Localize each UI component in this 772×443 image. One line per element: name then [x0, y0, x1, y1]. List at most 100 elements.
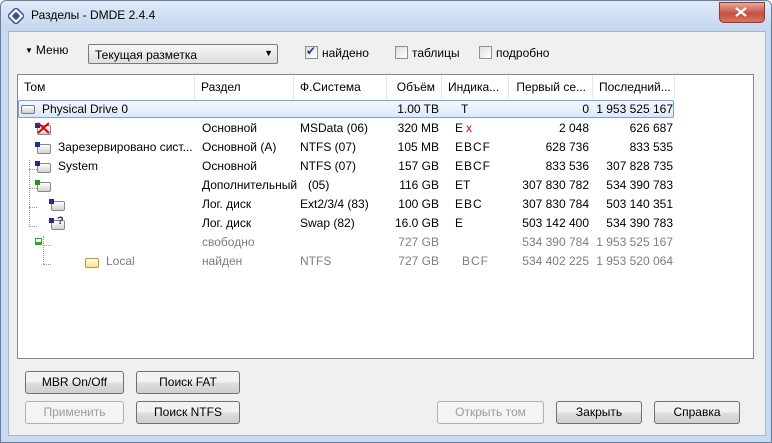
- title-bar[interactable]: Разделы - DMDE 2.4.4: [1, 1, 771, 31]
- column-header-size[interactable]: Объём: [387, 75, 442, 99]
- menu-label: Меню: [35, 43, 69, 57]
- menu-button[interactable]: ▼ Меню: [25, 42, 68, 58]
- cell-first-sector: 307 830 784: [522, 197, 589, 211]
- cell-indicators: ET: [455, 178, 471, 192]
- cell-indicators: EBC: [455, 197, 483, 211]
- table-row[interactable]: System Основной NTFS (07) 157 GB EBCF 83…: [18, 157, 753, 176]
- table-row[interactable]: Physical Drive 0 1.00 TB T 0 1 953 525 1…: [18, 100, 753, 119]
- view-select[interactable]: Текущая разметка ▼: [88, 44, 278, 64]
- cell-last-sector: 1 953 525 167: [596, 235, 673, 249]
- window-close-button[interactable]: [719, 2, 765, 23]
- cell-volume: Зарезервировано сист...: [58, 140, 193, 154]
- cell-section: Лог. диск: [202, 197, 252, 211]
- open-volume-button[interactable]: Открыть том: [437, 401, 544, 424]
- free-space-icon-fill: [36, 242, 41, 244]
- cell-size: 16.0 GB: [394, 216, 439, 230]
- cell-last-sector: 534 390 783: [606, 216, 673, 230]
- table-row[interactable]: Дополнительный (05) 116 GB ET 307 830 78…: [18, 176, 753, 195]
- partition-type-icon: [35, 161, 40, 166]
- cell-last-sector: 833 535: [629, 140, 673, 154]
- cell-indicators: Ex: [455, 121, 472, 135]
- found-label: найдено: [322, 46, 369, 60]
- cell-last-sector: 1 953 520 064: [596, 254, 673, 268]
- mbr-toggle-button[interactable]: MBR On/Off: [25, 371, 124, 394]
- view-select-value: Текущая разметка: [95, 48, 198, 62]
- hard-drive-icon: [21, 105, 35, 114]
- cell-section: Лог. диск: [202, 216, 252, 230]
- found-volume-icon: [85, 258, 99, 268]
- cell-first-sector: 2 048: [558, 121, 589, 135]
- close-button[interactable]: Закрыть: [556, 401, 642, 424]
- tables-label: таблицы: [412, 46, 460, 60]
- extended-type-icon: [35, 180, 40, 185]
- dmde-app-icon: [8, 8, 24, 24]
- detailed-label: подробно: [496, 46, 550, 60]
- menu-caret-icon: ▼: [25, 46, 33, 55]
- table-row[interactable]: ? Лог. диск Swap (82) 16.0 GB E 503 142 …: [18, 214, 753, 233]
- cell-first-sector: 628 736: [545, 140, 589, 154]
- apply-button[interactable]: Применить: [25, 401, 124, 424]
- cell-fs: NTFS: [300, 254, 332, 268]
- cell-last-sector: 503 140 351: [606, 197, 673, 211]
- unknown-fs-icon: ?: [57, 215, 64, 227]
- chevron-down-icon: ▼: [264, 48, 273, 58]
- indicator-error: x: [466, 121, 473, 135]
- column-header-first-sector[interactable]: Первый се...: [509, 75, 593, 99]
- cell-section: свободно: [202, 235, 255, 249]
- partitions-table[interactable]: Том Раздел Ф.Система Объём Индика... Пер…: [17, 74, 754, 359]
- column-header-indicators[interactable]: Индика...: [442, 75, 509, 99]
- close-icon: [735, 7, 747, 17]
- indicator-text: E: [455, 121, 464, 135]
- cell-fs: Swap (82): [300, 216, 355, 230]
- cell-section: Основной: [202, 121, 258, 135]
- column-header-volume[interactable]: Том: [18, 75, 195, 99]
- error-cross-icon: [37, 122, 50, 134]
- cell-indicators: EBCF: [455, 159, 492, 173]
- cell-size: 116 GB: [399, 178, 439, 192]
- window-title: Разделы - DMDE 2.4.4: [31, 8, 156, 22]
- table-row[interactable]: Лог. диск Ext2/3/4 (83) 100 GB EBC 307 8…: [18, 195, 753, 214]
- cell-indicators: T: [461, 102, 469, 116]
- cell-first-sector: 534 402 225: [522, 254, 589, 268]
- cell-first-sector: 503 142 400: [522, 216, 589, 230]
- dialog-window: Разделы - DMDE 2.4.4 ▼ Меню Текущая разме…: [0, 0, 772, 443]
- cell-volume: System: [58, 159, 99, 173]
- cell-volume: Physical Drive 0: [42, 102, 129, 116]
- cell-fs: MSData (06): [300, 121, 369, 135]
- help-button[interactable]: Справка: [654, 401, 740, 424]
- table-row[interactable]: Local найден NTFS 727 GB BCF 534 402 225…: [18, 252, 753, 271]
- cell-indicators: BCF: [462, 254, 489, 268]
- column-header-fs[interactable]: Ф.Система: [294, 75, 387, 99]
- table-row[interactable]: Основной MSData (06) 320 MB Ex 2 048 626…: [18, 119, 753, 138]
- cell-first-sector: 0: [582, 102, 589, 116]
- checkbox-box: [395, 46, 408, 59]
- cell-size: 727 GB: [398, 235, 439, 249]
- cell-size: 157 GB: [398, 159, 439, 173]
- partition-type-icon: [49, 199, 54, 204]
- checkmark-icon: ✔: [306, 44, 317, 58]
- cell-last-sector: 626 687: [629, 121, 673, 135]
- cell-section: Основной (A): [202, 140, 277, 154]
- column-header-section[interactable]: Раздел: [195, 75, 294, 99]
- partition-type-icon: [35, 142, 40, 147]
- cell-fs: NTFS (07): [300, 140, 357, 154]
- table-row[interactable]: свободно 727 GB 534 390 784 1 953 525 16…: [18, 233, 753, 252]
- cell-size: 727 GB: [398, 254, 439, 268]
- cell-fs: NTFS (07): [300, 159, 357, 173]
- partition-type-icon: [49, 218, 54, 223]
- cell-section: Основной: [202, 159, 258, 173]
- table-row[interactable]: Зарезервировано сист... Основной (A) NTF…: [18, 138, 753, 157]
- cell-indicators: E: [455, 216, 464, 230]
- cell-size: 320 MB: [397, 121, 439, 135]
- checkbox-box: [479, 46, 492, 59]
- cell-indicators: EBCF: [455, 140, 492, 154]
- search-fat-button[interactable]: Поиск FAT: [136, 371, 240, 394]
- cell-first-sector: 307 830 782: [522, 178, 589, 192]
- cell-section: найден: [202, 254, 243, 268]
- column-header-last-sector[interactable]: Последний...: [593, 75, 675, 99]
- cell-first-sector: 534 390 784: [522, 235, 589, 249]
- cell-last-sector: 534 390 783: [606, 178, 673, 192]
- cell-volume: Local: [106, 254, 135, 268]
- cell-last-sector: 307 828 735: [606, 159, 673, 173]
- search-ntfs-button[interactable]: Поиск NTFS: [136, 401, 240, 424]
